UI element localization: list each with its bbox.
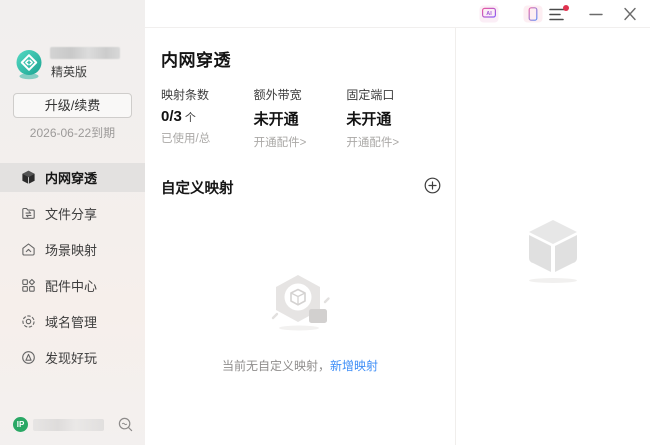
nav-item-domain-management[interactable]: 域名管理	[0, 307, 145, 336]
zoom-scale-icon[interactable]	[117, 416, 134, 433]
close-icon[interactable]	[620, 5, 640, 23]
nav-item-discover[interactable]: 发现好玩	[0, 343, 145, 372]
nav-item-file-share[interactable]: 文件分享	[0, 199, 145, 228]
ip-address-redacted	[33, 419, 104, 431]
app-window: 精英版 升级/续费 2026-06-22到期 内网穿透 文件分享 场景映射 配件…	[0, 0, 650, 445]
stat-mapping-count: 映射条数 0/3 个 已使用/总	[161, 86, 254, 150]
username-redacted	[50, 47, 120, 59]
nav-label: 配件中心	[45, 279, 98, 294]
sidebar-footer: IP	[0, 416, 145, 434]
notification-dot	[563, 5, 569, 11]
section-title: 自定义映射	[161, 181, 234, 197]
empty-state: 当前无自定义映射，新增映射	[145, 272, 455, 374]
main-content: 内网穿透 映射条数 0/3 个 已使用/总 额外带宽 未开通 开通配件> 固定端…	[145, 28, 455, 445]
cube-icon	[22, 170, 35, 184]
file-share-icon	[22, 207, 35, 219]
svg-text:AI: AI	[486, 11, 492, 17]
nav-item-scene-mapping[interactable]: 场景映射	[0, 235, 145, 264]
discover-icon	[22, 351, 35, 364]
nav-label: 文件分享	[45, 207, 98, 222]
open-addon-link[interactable]: 开通配件>	[254, 134, 347, 150]
expiry-date: 2026-06-22到期	[29, 126, 116, 140]
add-mapping-icon[interactable]	[424, 177, 441, 194]
ai-assistant-icon[interactable]: AI	[479, 5, 499, 23]
cube-shadow	[529, 278, 577, 283]
sidebar: 精英版 升级/续费 2026-06-22到期 内网穿透 文件分享 场景映射 配件…	[0, 0, 145, 445]
custom-mapping-section-header: 自定义映射	[161, 177, 441, 198]
nav-label: 内网穿透	[45, 171, 98, 186]
minimize-icon[interactable]	[586, 5, 606, 23]
stats-row: 映射条数 0/3 个 已使用/总 额外带宽 未开通 开通配件> 固定端口 未开通…	[161, 86, 439, 150]
plan-label: 精英版	[51, 65, 88, 79]
ip-badge: IP	[13, 417, 28, 432]
new-mapping-link[interactable]: 新增映射	[330, 359, 378, 373]
app-logo-icon	[16, 50, 42, 80]
sidebar-nav: 内网穿透 文件分享 场景映射 配件中心 域名管理 发现好玩	[0, 163, 145, 379]
mobile-phone-icon[interactable]	[523, 5, 543, 23]
open-addon-link[interactable]: 开通配件>	[346, 134, 439, 150]
gear-icon	[22, 315, 35, 328]
nav-item-addons-center[interactable]: 配件中心	[0, 271, 145, 300]
placeholder-cube-icon	[528, 220, 578, 272]
stat-fixed-port: 固定端口 未开通 开通配件>	[346, 86, 439, 150]
titlebar: AI	[145, 0, 650, 28]
stat-label: 额外带宽	[253, 88, 302, 102]
stat-value: 未开通	[253, 111, 299, 128]
nav-label: 场景映射	[45, 243, 98, 258]
empty-box-icon	[271, 275, 330, 331]
nav-label: 发现好玩	[45, 351, 98, 366]
stat-value: 0/3 个	[161, 108, 196, 125]
stat-caption: 已使用/总	[161, 133, 211, 145]
grid-blocks-icon	[22, 278, 36, 292]
stat-label: 映射条数	[161, 88, 210, 102]
stat-extra-bandwidth: 额外带宽 未开通 开通配件>	[254, 86, 347, 150]
empty-message: 当前无自定义映射，新增映射	[221, 359, 379, 373]
detail-panel	[455, 28, 650, 445]
stat-value: 未开通	[346, 111, 392, 128]
page-title: 内网穿透	[161, 51, 231, 70]
stat-label: 固定端口	[346, 88, 395, 102]
upgrade-renew-button[interactable]: 升级/续费	[13, 93, 132, 118]
home-icon	[22, 243, 35, 256]
nav-label: 域名管理	[45, 315, 98, 330]
nav-item-intranet-tunnel[interactable]: 内网穿透	[0, 163, 145, 192]
menu-button[interactable]	[549, 5, 571, 22]
